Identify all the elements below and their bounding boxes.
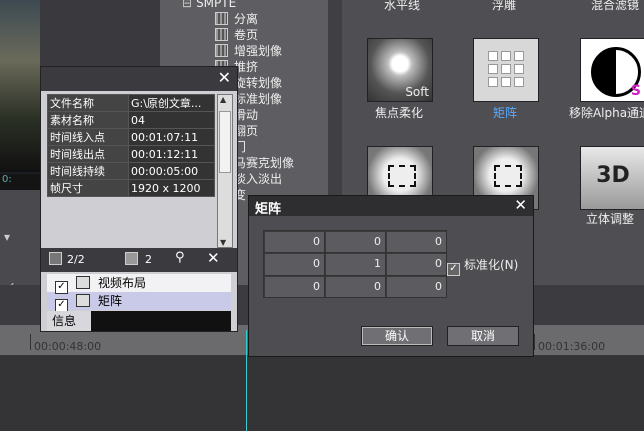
effect-label[interactable]: 混合滤镜 xyxy=(580,0,644,13)
property-value: 04 xyxy=(128,111,215,129)
matrix-cell[interactable]: 0 xyxy=(264,253,324,275)
layer-count: 2/2 xyxy=(67,253,85,266)
effect-label-remove-alpha[interactable]: 移除Alpha通道 xyxy=(568,104,644,121)
cancel-button[interactable]: 取消 xyxy=(447,326,519,346)
dropdown-icon[interactable]: ▾ xyxy=(4,230,10,244)
properties-scrollbar[interactable]: ▲ ▼ xyxy=(217,94,233,248)
property-value: G:\原创文章... xyxy=(128,94,215,112)
soft-focus-icon[interactable]: Soft xyxy=(367,38,433,102)
effect-label[interactable]: 浮雕 xyxy=(474,0,534,13)
matrix-cell[interactable]: 0 xyxy=(264,275,324,297)
ruler-tick-label: 00:00:48:00 xyxy=(29,334,102,353)
dialog-title: 矩阵 xyxy=(255,202,282,217)
tree-item[interactable]: 分离 xyxy=(215,11,258,27)
preview-timecode: 0: xyxy=(0,174,40,190)
property-value: 1920 x 1200 xyxy=(128,179,215,197)
matrix-cell[interactable]: 0 xyxy=(386,253,446,275)
table-row[interactable]: 帧尺寸 1920 x 1200 xyxy=(47,179,215,197)
matrix-cell[interactable]: 0 xyxy=(386,231,446,253)
transition-icon xyxy=(215,12,228,25)
normalize-option[interactable]: ✓ 标准化(N) xyxy=(447,256,518,276)
table-row[interactable]: 时间线持续 00:00:05:00 xyxy=(47,162,215,180)
effect-label-matrix[interactable]: 矩阵 xyxy=(463,104,547,121)
scroll-thumb[interactable] xyxy=(219,111,231,173)
filter-list-icon[interactable] xyxy=(125,252,138,265)
dialog-titlebar[interactable]: 矩阵 ✕ xyxy=(249,196,533,217)
preview-monitor: 0: xyxy=(0,0,40,190)
close-icon[interactable]: ✕ xyxy=(514,196,527,214)
timeline-tracks[interactable] xyxy=(0,355,644,431)
normalize-checkbox[interactable]: ✓ xyxy=(447,263,460,276)
ok-button[interactable]: 确认 xyxy=(361,326,433,346)
close-icon[interactable]: ✕ xyxy=(218,68,231,87)
layer-toolbar: 2/2 2 ⚲ ✕ xyxy=(41,248,237,272)
tree-item[interactable]: 卷页 xyxy=(215,27,258,43)
normalize-label: 标准化(N) xyxy=(464,258,519,272)
matrix-cell[interactable]: 1 xyxy=(325,253,385,275)
layer-list: ✓ 视频布局 ✓ 矩阵 xyxy=(47,274,231,312)
matrix-grid: 0 0 0 0 1 0 0 0 0 xyxy=(263,230,447,298)
3d-adjust-icon[interactable]: 3D xyxy=(580,146,644,210)
property-value: 00:01:07:11 xyxy=(128,128,215,146)
layer-item[interactable]: ✓ 视频布局 xyxy=(47,274,231,294)
matrix-cell[interactable]: 0 xyxy=(386,275,446,297)
info-tabbar: 信息 xyxy=(47,311,231,331)
effect-label-3d-adjust[interactable]: 立体调整 xyxy=(568,210,644,227)
matrix-grid-icon[interactable] xyxy=(473,38,539,102)
property-value: 00:01:12:11 xyxy=(128,145,215,163)
transition-icon xyxy=(215,28,228,41)
effect-label-soft-focus[interactable]: 焦点柔化 xyxy=(357,104,441,121)
property-key: 素材名称 xyxy=(47,111,129,129)
tab-info[interactable]: 信息 xyxy=(47,311,91,331)
matrix-cell[interactable]: 0 xyxy=(325,231,385,253)
remove-alpha-icon[interactable]: S xyxy=(580,38,644,102)
ruler-tick-label: 00:01:36:00 xyxy=(533,334,606,353)
delete-icon[interactable]: ✕ xyxy=(207,249,220,267)
properties-table: 文件名称 G:\原创文章... 素材名称 04 时间线入点 00:01:07:11 时间线出… xyxy=(47,94,215,197)
property-value: 00:00:05:00 xyxy=(128,162,215,180)
preview-image xyxy=(0,0,40,172)
property-key: 帧尺寸 xyxy=(47,179,129,197)
table-row[interactable]: 时间线出点 00:01:12:11 xyxy=(47,145,215,163)
expand-icon: ⊟ xyxy=(182,0,193,10)
property-key: 时间线持续 xyxy=(47,162,129,180)
matrix-cell[interactable]: 0 xyxy=(264,231,324,253)
playhead[interactable] xyxy=(246,330,247,431)
table-row[interactable]: 文件名称 G:\原创文章... xyxy=(47,94,215,112)
matrix-dialog: 矩阵 ✕ 0 0 0 0 1 0 0 0 0 ✓ 标准化(N) 确认 取消 xyxy=(248,195,534,357)
layer-list-icon[interactable] xyxy=(49,252,62,265)
effect-label[interactable]: 水平线 xyxy=(372,0,432,13)
video-layout-icon xyxy=(76,276,90,289)
scroll-up-icon[interactable]: ▲ xyxy=(220,95,226,104)
property-key: 时间线入点 xyxy=(47,128,129,146)
layer-item[interactable]: ✓ 矩阵 xyxy=(47,292,231,312)
filter-count: 2 xyxy=(145,253,152,266)
matrix-layer-icon xyxy=(76,294,90,307)
scroll-down-icon[interactable]: ▼ xyxy=(220,238,226,247)
matrix-cell[interactable]: 0 xyxy=(325,275,385,297)
info-panel-titlebar[interactable]: ✕ xyxy=(41,67,237,91)
settings-icon[interactable]: ⚲ xyxy=(175,250,185,265)
table-row[interactable]: 时间线入点 00:01:07:11 xyxy=(47,128,215,146)
tree-node-smpte[interactable]: ⊟ SMPTE xyxy=(182,0,236,11)
info-panel: ✕ 文件名称 G:\原创文章... 素材名称 04 时间线入点 00:01:07:11 时间… xyxy=(40,66,238,332)
property-key: 时间线出点 xyxy=(47,145,129,163)
tree-item[interactable]: 增强划像 xyxy=(215,43,282,59)
transition-icon xyxy=(215,44,228,57)
property-key: 文件名称 xyxy=(47,94,129,112)
table-row[interactable]: 素材名称 04 xyxy=(47,111,215,129)
